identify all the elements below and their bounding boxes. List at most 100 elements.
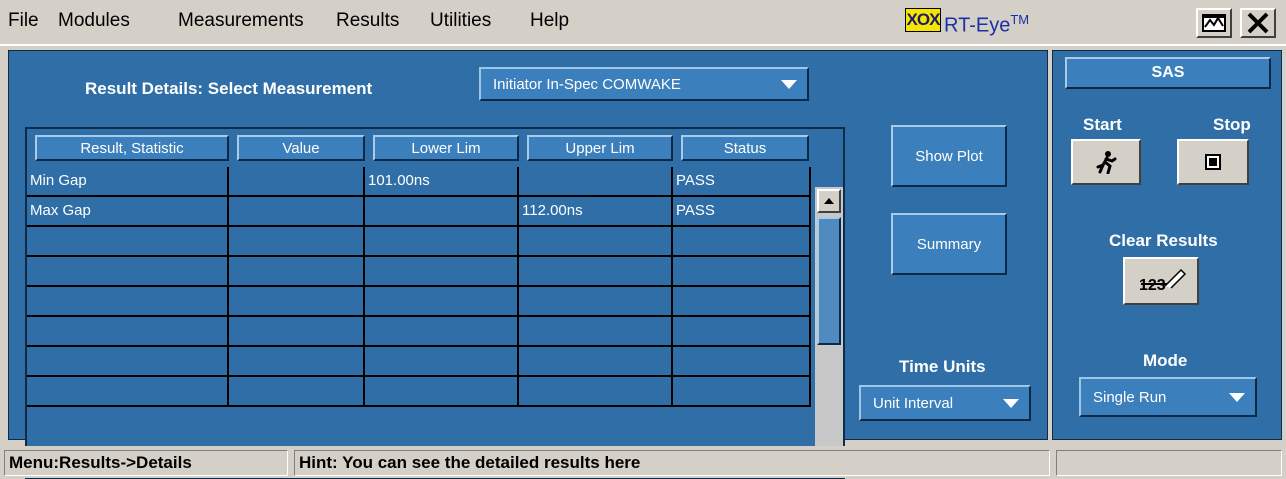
table-row[interactable] <box>27 227 811 257</box>
table-cell <box>673 227 811 255</box>
table-cell <box>27 347 229 375</box>
close-icon <box>1247 12 1269 34</box>
result-details-panel: Result Details: Select Measurement Initi… <box>8 50 1048 479</box>
table-cell: Max Gap <box>27 197 229 225</box>
close-button[interactable] <box>1240 8 1276 38</box>
scrollbar-thumb[interactable] <box>817 217 841 345</box>
table-cell <box>27 317 229 345</box>
table-cell <box>673 257 811 285</box>
table-row[interactable] <box>27 317 811 347</box>
status-hint: Hint: You can see the detailed results h… <box>294 450 1050 476</box>
status-bar: Menu:Results->Details Hint: You can see … <box>0 446 1286 478</box>
table-cell <box>365 377 519 405</box>
time-units-value: Unit Interval <box>873 394 954 412</box>
status-extra <box>1056 450 1282 476</box>
table-cell <box>673 287 811 315</box>
minimize-button[interactable] <box>1196 8 1232 38</box>
column-header-lower[interactable]: Lower Lim <box>373 135 519 161</box>
arrow-up-icon <box>824 198 834 204</box>
table-cell <box>519 347 673 375</box>
column-header-upper[interactable]: Upper Lim <box>527 135 673 161</box>
summary-button[interactable]: Summary <box>891 213 1007 275</box>
table-cell <box>229 287 365 315</box>
table-cell <box>27 227 229 255</box>
menu-results[interactable]: Results <box>336 10 399 32</box>
menu-help[interactable]: Help <box>530 10 569 32</box>
scroll-up-button[interactable] <box>817 189 841 213</box>
table-cell <box>27 287 229 315</box>
table-cell <box>229 257 365 285</box>
table-row[interactable]: Min Gap 101.00ns PASS <box>27 167 811 197</box>
table-cell <box>27 377 229 405</box>
menu-utilities[interactable]: Utilities <box>430 10 491 32</box>
table-cell <box>229 377 365 405</box>
table-cell <box>229 227 365 255</box>
table-scrollbar[interactable] <box>815 187 843 477</box>
table-cell: Min Gap <box>27 167 229 195</box>
menu-file[interactable]: File <box>8 10 39 32</box>
table-cell <box>365 197 519 225</box>
measurement-dropdown[interactable]: Initiator In-Spec COMWAKE <box>479 67 809 101</box>
menu-measurements[interactable]: Measurements <box>178 10 304 32</box>
control-panel: SAS Start Stop Clear Results 123 Mode Si… <box>1052 50 1282 440</box>
table-cell <box>519 167 673 195</box>
menu-modules[interactable]: Modules <box>58 10 130 32</box>
table-cell <box>519 227 673 255</box>
table-cell <box>365 347 519 375</box>
column-header-status[interactable]: Status <box>681 135 809 161</box>
column-header-value[interactable]: Value <box>237 135 365 161</box>
table-cell <box>229 167 365 195</box>
time-units-label: Time Units <box>899 357 986 376</box>
app-title: RT-EyeTM <box>944 12 1029 38</box>
status-menu-path: Menu:Results->Details <box>4 450 288 476</box>
table-cell <box>365 287 519 315</box>
running-man-icon <box>1096 151 1117 174</box>
table-cell <box>365 227 519 255</box>
table-cell <box>673 317 811 345</box>
eraser-icon: 123 <box>1139 268 1187 294</box>
chevron-down-icon <box>1003 399 1019 408</box>
table-cell: 112.00ns <box>519 197 673 225</box>
chevron-down-icon <box>781 80 797 89</box>
time-units-dropdown[interactable]: Unit Interval <box>859 385 1031 421</box>
table-row[interactable] <box>27 347 811 377</box>
table-cell <box>229 317 365 345</box>
table-row[interactable] <box>27 287 811 317</box>
measurement-dropdown-value: Initiator In-Spec COMWAKE <box>493 75 681 93</box>
table-cell <box>229 347 365 375</box>
select-measurement-label: Result Details: Select Measurement <box>85 79 373 98</box>
stop-icon <box>1205 154 1221 170</box>
table-cell: 101.00ns <box>365 167 519 195</box>
clear-results-label: Clear Results <box>1109 231 1218 250</box>
table-row[interactable] <box>27 377 811 407</box>
results-table: Result, Statistic Value Lower Lim Upper … <box>25 127 845 479</box>
app-logo-icon: XOX <box>905 8 941 32</box>
table-cell <box>27 257 229 285</box>
table-row[interactable] <box>27 257 811 287</box>
mode-value: Single Run <box>1093 388 1167 406</box>
table-cell <box>365 257 519 285</box>
show-plot-button[interactable]: Show Plot <box>891 125 1007 187</box>
clear-results-button[interactable]: 123 <box>1123 257 1199 305</box>
table-cell <box>229 197 365 225</box>
menu-bar: File Modules Measurements Results Utilit… <box>0 0 1286 46</box>
app-title-trademark: TM <box>1010 12 1030 27</box>
column-header-result[interactable]: Result, Statistic <box>35 135 229 161</box>
chevron-down-icon <box>1229 393 1245 402</box>
start-button[interactable] <box>1071 139 1141 185</box>
app-title-text: RT-Eye <box>944 14 1011 37</box>
stop-button[interactable] <box>1177 139 1249 185</box>
table-cell <box>519 257 673 285</box>
table-cell <box>673 377 811 405</box>
table-cell: PASS <box>673 167 811 195</box>
table-cell <box>365 317 519 345</box>
table-cell <box>673 347 811 375</box>
table-cell <box>519 377 673 405</box>
window-icon <box>1202 14 1226 32</box>
start-label: Start <box>1083 115 1122 134</box>
table-row[interactable]: Max Gap 112.00ns PASS <box>27 197 811 227</box>
mode-dropdown[interactable]: Single Run <box>1079 377 1257 417</box>
protocol-label: SAS <box>1065 57 1271 89</box>
table-cell <box>519 317 673 345</box>
clear-icon-text: 123 <box>1139 277 1166 294</box>
